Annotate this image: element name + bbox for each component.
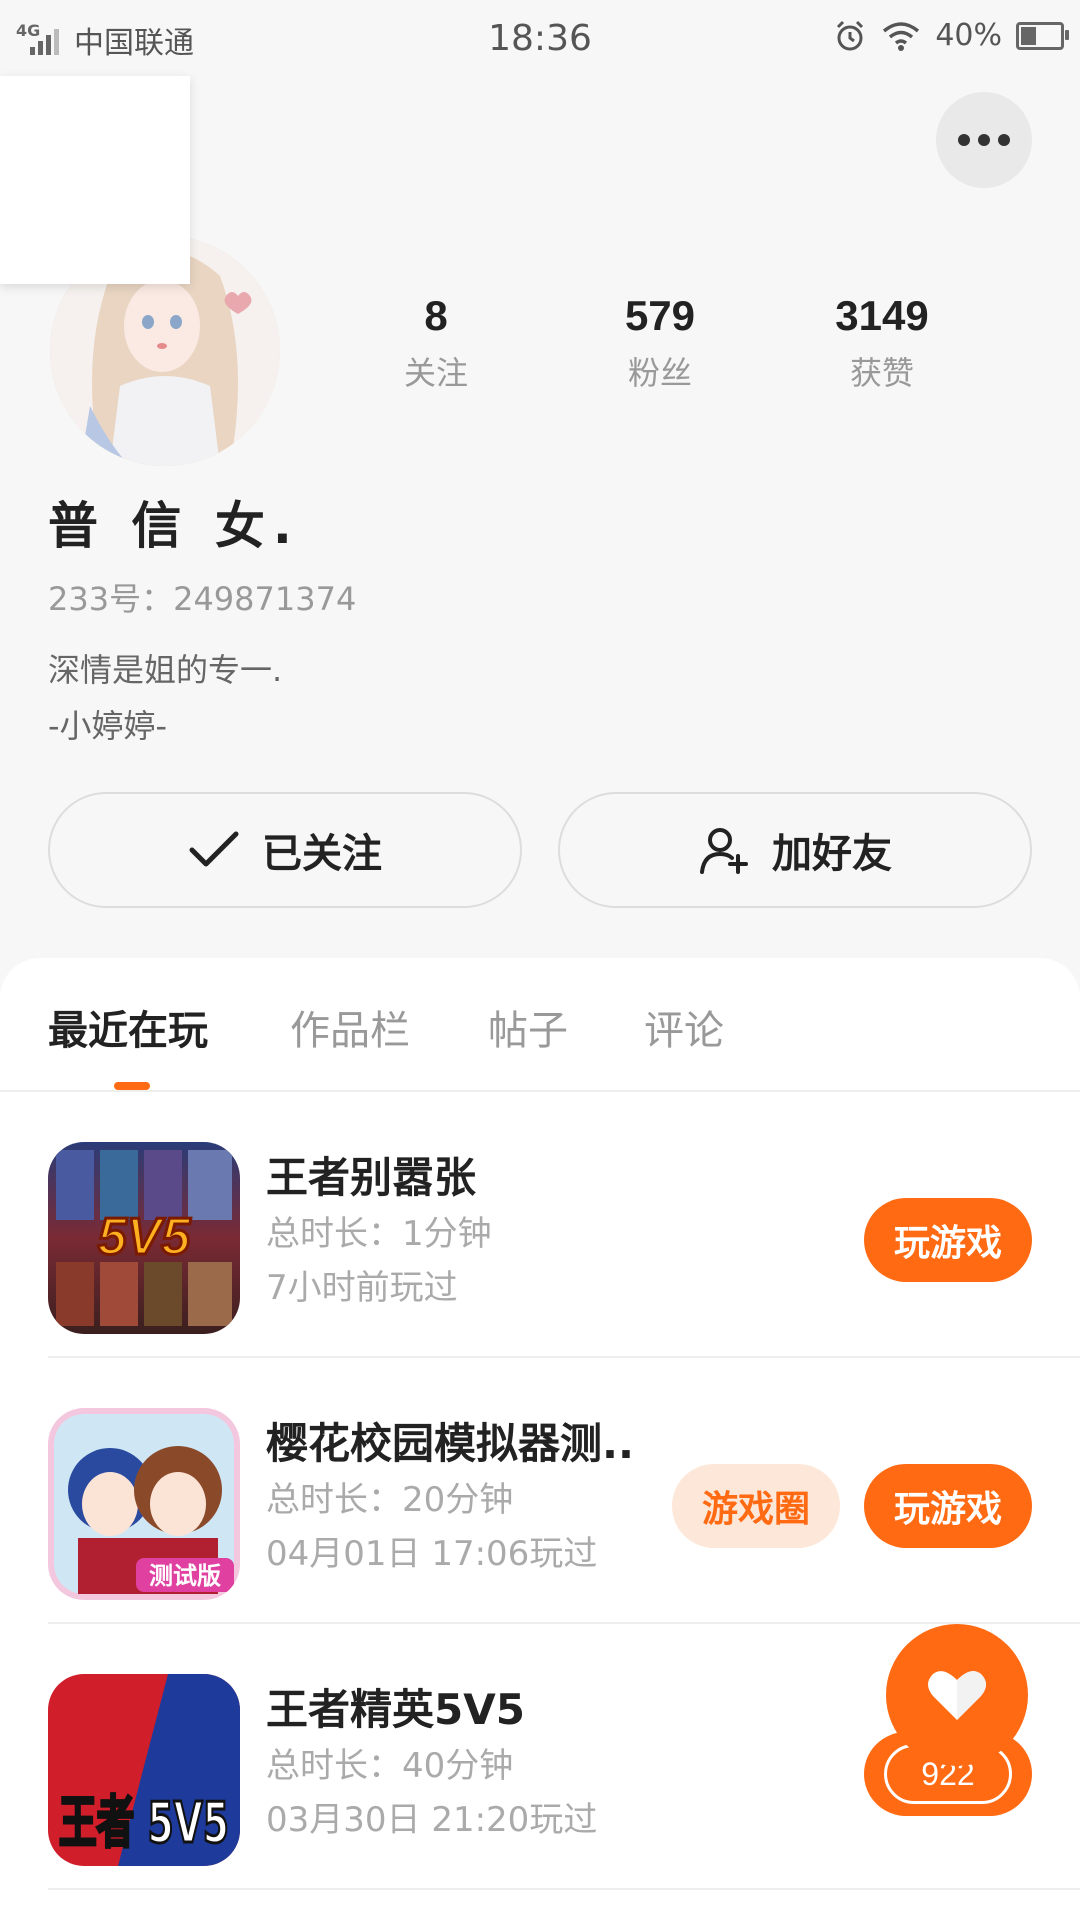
divider [48,1888,1080,1890]
tab-indicator [114,1082,150,1090]
dot-icon [978,134,990,146]
game-last-played: 03月30日 21:20玩过 [266,1800,598,1840]
game-row[interactable]: 测试版 樱花校园模拟器测... 总时长：20分钟 04月01日 17:06玩过 … [0,1358,1080,1624]
tab-recent[interactable]: 最近在玩 [48,998,208,1056]
battery-icon [1016,21,1069,50]
tab-works[interactable]: 作品栏 [290,998,410,1056]
game-icon[interactable]: 5V5 [48,1142,240,1334]
stat-value: 3149 [835,292,929,339]
game-last-played: 04月01日 17:06玩过 [266,1534,598,1574]
bio: 深情是姐的专一. -小婷婷- [48,642,282,754]
stat-label: 获赞 [849,354,914,392]
heart-icon [928,1671,986,1720]
game-icon-text: 王者 5V5 [59,1791,229,1856]
tab-bar: 最近在玩 作品栏 帖子 评论 [0,958,1080,1092]
game-duration: 总时长：1分钟 [266,1214,492,1254]
game-name: 王者精英5V5 [266,1685,525,1734]
stat-value: 8 [424,292,448,339]
bio-line: 深情是姐的专一. [48,651,283,689]
alarm-icon [837,20,864,50]
play-game-button[interactable]: 玩游戏 [864,1464,1032,1548]
stat-value: 579 [624,292,696,339]
tab-posts[interactable]: 帖子 [488,998,568,1056]
dot-icon [998,134,1010,146]
wifi-icon [883,21,920,51]
stat-following[interactable]: 8 关注 [346,292,526,394]
add-friend-label: 加好友 [772,831,892,877]
game-icon-text: 测试版 [149,1562,221,1590]
game-duration: 总时长：20分钟 [266,1480,514,1520]
game-duration: 总时长：40分钟 [266,1746,514,1786]
user-id: 233号：249871374 [48,580,357,618]
game-icon[interactable]: 测试版 [48,1408,240,1600]
battery-percent: 40% [935,18,1002,53]
bio-line: -小婷婷- [48,707,168,745]
add-friend-button[interactable]: 加好友 [558,792,1032,908]
game-last-played: 7小时前玩过 [266,1268,458,1308]
followed-label: 已关注 [262,831,382,877]
dot-icon [958,134,970,146]
game-icon-text: 5V5 [98,1208,192,1266]
stat-label: 粉丝 [627,354,692,392]
check-icon [189,831,239,867]
username: 普 信 女. [48,497,300,555]
game-icon[interactable]: 王者 5V5 [48,1674,240,1866]
popup-card [0,76,190,284]
stat-fans[interactable]: 579 粉丝 [570,292,750,394]
tab-comments[interactable]: 评论 [644,998,724,1056]
play-game-button[interactable]: 玩游戏 [864,1198,1032,1282]
more-options-button[interactable] [936,92,1032,188]
game-name: 樱花校园模拟器测... [266,1419,636,1468]
game-name: 王者别嚣张 [266,1153,477,1202]
stat-likes[interactable]: 3149 获赞 [792,292,972,394]
game-circle-button[interactable]: 游戏圈 [672,1464,840,1548]
status-bar: 4G 中国联通 18:36 40% [0,0,1080,78]
followed-button[interactable]: 已关注 [48,792,522,908]
stat-label: 关注 [403,354,468,392]
like-button[interactable] [886,1624,1028,1766]
game-row[interactable]: 5V5 王者别嚣张 总时长：1分钟 7小时前玩过 玩游戏 [0,1092,1080,1358]
add-user-icon [700,828,748,874]
